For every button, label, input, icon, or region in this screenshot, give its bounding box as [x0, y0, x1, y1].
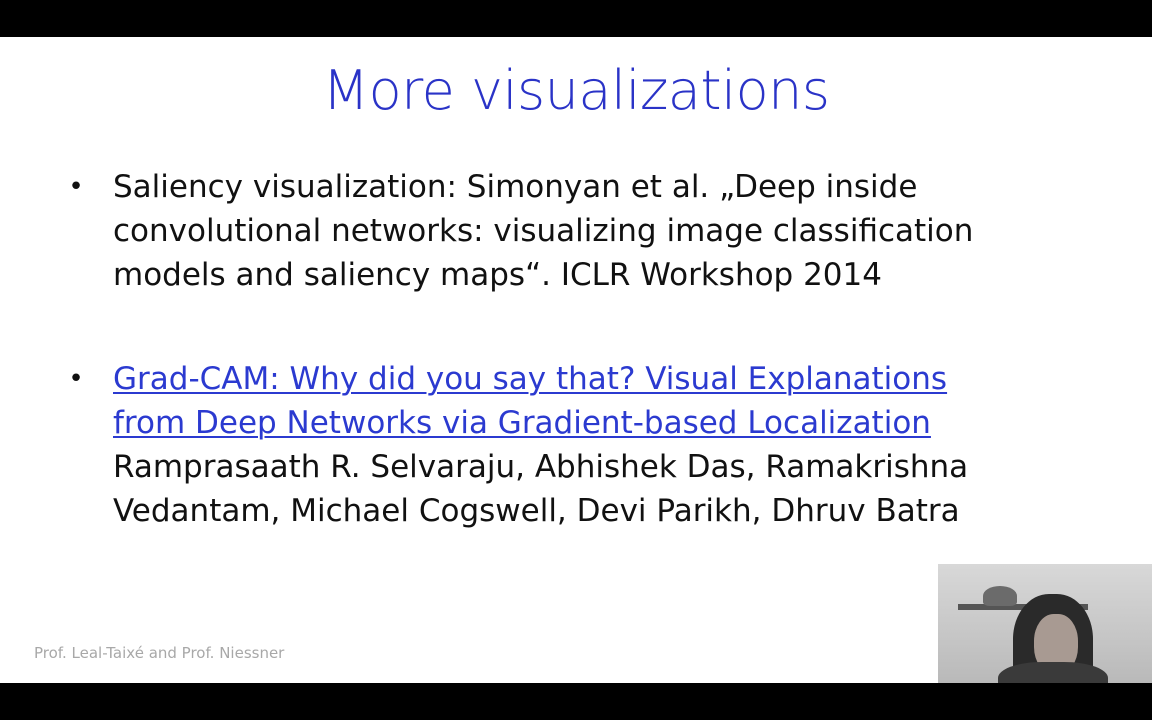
webcam-person-body [998, 662, 1108, 683]
gradcam-paper-link[interactable]: Grad-CAM: Why did you say that? Visual E… [113, 357, 1046, 401]
bullet-text-line: Vedantam, Michael Cogswell, Devi Parikh,… [113, 493, 960, 529]
slide-title: More visualizations [322, 59, 830, 122]
bullet-text-line: convolutional networks: visualizing imag… [113, 213, 974, 249]
presentation-slide: More visualizations • Saliency visualiza… [0, 37, 1152, 683]
bullet-dot: • [68, 172, 84, 202]
bullet-list: • Saliency visualization: Simonyan et al… [66, 165, 1046, 533]
video-frame: More visualizations • Saliency visualiza… [0, 0, 1152, 720]
bullet-dot: • [68, 364, 84, 394]
bullet-gradcam: • Grad-CAM: Why did you say that? Visual… [66, 357, 1046, 533]
bullet-text-line: models and saliency maps“. ICLR Workshop… [113, 257, 882, 293]
bullet-text-line: Saliency visualization: Simonyan et al. … [113, 169, 918, 205]
webcam-overlay [938, 564, 1152, 683]
bullet-saliency: • Saliency visualization: Simonyan et al… [66, 165, 1046, 297]
slide-footer: Prof. Leal-Taixé and Prof. Niessner [34, 644, 285, 662]
gradcam-paper-link[interactable]: from Deep Networks via Gradient-based Lo… [113, 401, 1046, 445]
bullet-text-line: Ramprasaath R. Selvaraju, Abhishek Das, … [113, 449, 969, 485]
webcam-plant [983, 586, 1017, 606]
